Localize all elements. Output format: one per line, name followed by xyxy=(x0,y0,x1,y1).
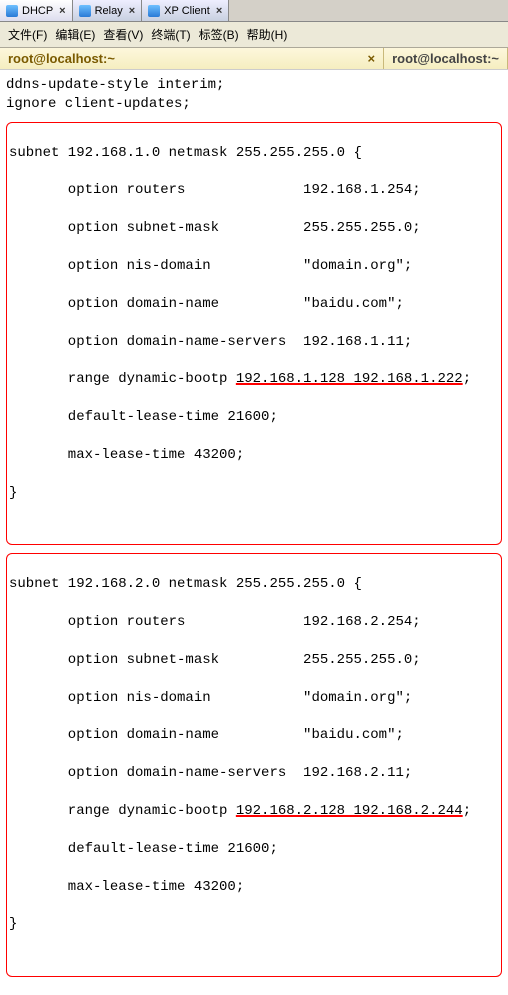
option-line: option routers 192.168.2.254; xyxy=(9,613,499,632)
config-line: ddns-update-style interim; xyxy=(6,76,502,95)
option-line: option domain-name-servers 192.168.1.11; xyxy=(9,333,499,352)
range-line: range dynamic-bootp 192.168.2.128 192.16… xyxy=(9,802,499,821)
menu-terminal[interactable]: 终端(T) xyxy=(149,25,192,44)
terminal-content: ddns-update-style interim; ignore client… xyxy=(0,70,508,995)
terminal-tab-bar: root@localhost:~ × root@localhost:~ xyxy=(0,48,508,70)
terminal-tab-label: root@localhost:~ xyxy=(8,51,115,66)
subnet-decl: subnet 192.168.2.0 netmask 255.255.255.0… xyxy=(9,575,499,594)
range-underlined: 192.168.2.128 192.168.2.244 xyxy=(236,803,463,819)
max-lease-line: max-lease-time 43200; xyxy=(9,878,499,897)
range-underlined: 192.168.1.128 192.168.1.222 xyxy=(236,371,463,387)
tab-xp-client[interactable]: XP Client × xyxy=(142,0,229,21)
tab-dhcp[interactable]: DHCP × xyxy=(0,0,73,21)
monitor-icon xyxy=(6,5,18,17)
terminal-tab-1[interactable]: root@localhost:~ × xyxy=(0,48,384,69)
menu-bar: 文件(F) 编辑(E) 查看(V) 终端(T) 标签(B) 帮助(H) xyxy=(0,22,508,48)
menu-help[interactable]: 帮助(H) xyxy=(245,25,290,44)
range-line: range dynamic-bootp 192.168.1.128 192.16… xyxy=(9,370,499,389)
monitor-icon xyxy=(79,5,91,17)
menu-view[interactable]: 查看(V) xyxy=(101,25,145,44)
default-lease-line: default-lease-time 21600; xyxy=(9,840,499,859)
subnet-block-1: subnet 192.168.1.0 netmask 255.255.255.0… xyxy=(6,122,502,546)
tab-relay[interactable]: Relay × xyxy=(73,0,143,21)
menu-file[interactable]: 文件(F) xyxy=(6,25,49,44)
terminal-tab-2[interactable]: root@localhost:~ xyxy=(384,48,508,69)
tab-label: Relay xyxy=(95,5,123,17)
option-line: option domain-name-servers 192.168.2.11; xyxy=(9,764,499,783)
option-line: option routers 192.168.1.254; xyxy=(9,181,499,200)
close-icon[interactable]: × xyxy=(216,5,222,17)
close-icon[interactable]: × xyxy=(129,5,135,17)
option-line: option subnet-mask 255.255.255.0; xyxy=(9,651,499,670)
option-line: option subnet-mask 255.255.255.0; xyxy=(9,219,499,238)
menu-tabs[interactable]: 标签(B) xyxy=(197,25,241,44)
option-line: option domain-name "baidu.com"; xyxy=(9,726,499,745)
max-lease-line: max-lease-time 43200; xyxy=(9,446,499,465)
config-line: ignore client-updates; xyxy=(6,95,502,114)
default-lease-line: default-lease-time 21600; xyxy=(9,408,499,427)
monitor-icon xyxy=(148,5,160,17)
window-tab-bar: DHCP × Relay × XP Client × xyxy=(0,0,508,22)
subnet-decl: subnet 192.168.1.0 netmask 255.255.255.0… xyxy=(9,144,499,163)
tab-label: XP Client xyxy=(164,5,210,17)
block-close: } xyxy=(9,915,499,934)
menu-edit[interactable]: 编辑(E) xyxy=(53,25,97,44)
close-icon[interactable]: × xyxy=(367,51,375,66)
terminal-tab-label: root@localhost:~ xyxy=(392,51,499,66)
close-icon[interactable]: × xyxy=(59,5,65,17)
subnet-block-2: subnet 192.168.2.0 netmask 255.255.255.0… xyxy=(6,553,502,977)
option-line: option domain-name "baidu.com"; xyxy=(9,295,499,314)
option-line: option nis-domain "domain.org"; xyxy=(9,257,499,276)
block-close: } xyxy=(9,484,499,503)
option-line: option nis-domain "domain.org"; xyxy=(9,689,499,708)
tab-label: DHCP xyxy=(22,5,53,17)
